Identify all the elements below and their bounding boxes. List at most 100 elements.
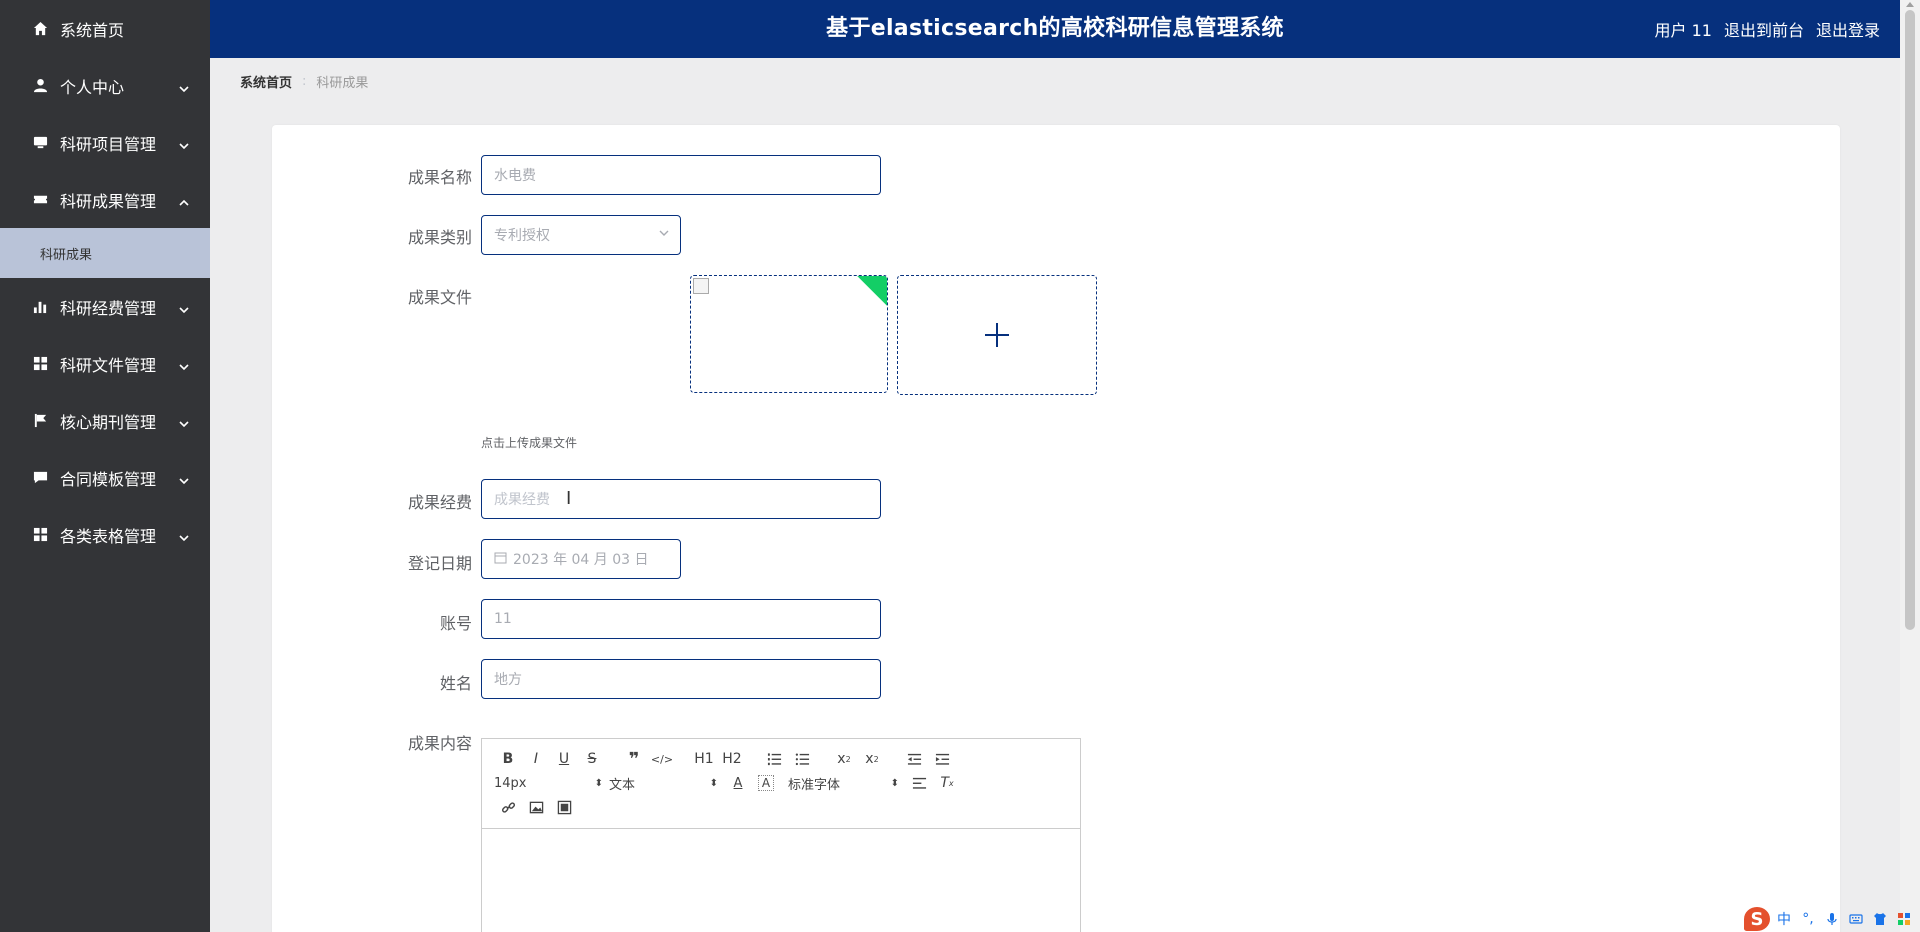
background-color-button[interactable]: A [758, 775, 774, 791]
funding-input[interactable]: 成果经费 I [481, 479, 881, 519]
bar-chart-icon [32, 299, 48, 315]
h1-button[interactable]: H1 [690, 747, 718, 771]
monitor-icon [32, 135, 48, 151]
ticket-icon [32, 192, 48, 208]
image-button[interactable] [522, 795, 550, 819]
flag-icon [32, 413, 48, 429]
breadcrumb-home[interactable]: 系统首页 [240, 72, 292, 91]
bullet-list-button[interactable] [788, 747, 816, 771]
chevron-down-icon [178, 301, 190, 313]
quote-button[interactable]: ❞ [620, 747, 648, 771]
outdent-button[interactable] [900, 747, 928, 771]
plus-icon [982, 320, 1012, 350]
underline-button[interactable]: U [550, 747, 578, 771]
font-size-select[interactable]: 14px ⬍ [494, 771, 609, 795]
name-label: 成果名称 [407, 168, 472, 187]
ime-punctuation[interactable]: °, [1798, 909, 1818, 929]
date-label: 登记日期 [407, 554, 472, 573]
uploaded-file-thumb[interactable] [690, 275, 888, 393]
sidebar-item-label: 个人中心 [60, 77, 125, 97]
indent-button[interactable] [928, 747, 956, 771]
breadcrumb-current: 科研成果 [316, 76, 369, 91]
font-family-value: 标准字体 [788, 777, 841, 793]
strike-button[interactable]: S [578, 747, 606, 771]
link-button[interactable] [494, 795, 522, 819]
top-header: 基于elasticsearch的高校科研信息管理系统 用户 11 退出到前台 退… [210, 0, 1900, 58]
account-input[interactable]: 11 [481, 599, 881, 639]
sidebar-item-home[interactable]: 系统首页 [0, 0, 210, 57]
sidebar-item-label: 科研文件管理 [60, 355, 157, 375]
superscript-button[interactable]: x2 [858, 747, 886, 771]
skin-icon[interactable] [1870, 909, 1890, 929]
category-value: 专利授权 [494, 228, 550, 244]
ime-toolbar: S 中 °, [1738, 906, 1920, 932]
image-icon [529, 801, 543, 813]
sidebar-item-funding[interactable]: 科研经费管理 [0, 278, 210, 335]
home-icon [32, 21, 48, 37]
ordered-list-button[interactable] [760, 747, 788, 771]
grid-icon [32, 356, 48, 372]
category-select[interactable]: 专利授权 [481, 215, 681, 255]
sidebar-item-achievement[interactable]: 科研成果管理 [0, 171, 210, 228]
editor-toolbar: B I U S ❞ </> H1 H2 x2 x2 14px ⬍ 文本 ⬍ A … [482, 739, 1080, 829]
achievement-name-value: 水电费 [494, 168, 536, 184]
page-title: 基于elasticsearch的高校科研信息管理系统 [826, 16, 1284, 41]
logout-link[interactable]: 退出登录 [1816, 17, 1880, 41]
chat-icon [32, 470, 48, 486]
updown-arrow-icon: ⬍ [594, 777, 603, 789]
sidebar-item-contracts[interactable]: 合同模板管理 [0, 449, 210, 506]
sidebar-item-personal-center[interactable]: 个人中心 [0, 57, 210, 114]
h2-button[interactable]: H2 [718, 747, 746, 771]
sidebar-item-label: 核心期刊管理 [60, 412, 157, 432]
font-family-select[interactable]: 标准字体 ⬍ [780, 771, 905, 795]
sidebar-item-label: 科研项目管理 [60, 134, 157, 154]
font-size-value: 14px [494, 775, 527, 791]
date-value: 2023 年 04 月 03 日 [513, 552, 649, 568]
chevron-down-icon [658, 227, 670, 243]
category-label: 成果类别 [407, 228, 472, 247]
sogou-logo-icon[interactable]: S [1744, 907, 1770, 931]
microphone-icon[interactable] [1822, 909, 1842, 929]
editor-content-area[interactable] [482, 829, 1080, 932]
upload-file-button[interactable] [897, 275, 1097, 395]
date-picker[interactable]: 2023 年 04 月 03 日 [481, 539, 681, 579]
person-name-input[interactable]: 地方 [481, 659, 881, 699]
code-button[interactable]: </> [648, 747, 676, 771]
clear-format-button[interactable]: Tx [933, 771, 961, 795]
header-style-value: 文本 [609, 777, 636, 793]
chevron-down-icon [178, 472, 190, 484]
italic-button[interactable]: I [522, 747, 550, 771]
grid-icon [32, 527, 48, 543]
sidebar-item-files[interactable]: 科研文件管理 [0, 335, 210, 392]
sidebar-item-tables[interactable]: 各类表格管理 [0, 506, 210, 563]
sidebar-item-journals[interactable]: 核心期刊管理 [0, 392, 210, 449]
align-button[interactable] [905, 771, 933, 795]
chevron-down-icon [178, 137, 190, 149]
vertical-scrollbar[interactable] [1900, 0, 1920, 932]
ime-language[interactable]: 中 [1774, 909, 1794, 929]
achievement-name-input[interactable]: 水电费 [481, 155, 881, 195]
bold-button[interactable]: B [494, 747, 522, 771]
person-name-value: 地方 [494, 672, 522, 688]
broken-image-icon [693, 278, 709, 294]
font-color-button[interactable]: A [724, 771, 752, 795]
content-label: 成果内容 [407, 734, 472, 753]
ordered-list-icon [767, 752, 781, 765]
subscript-button[interactable]: x2 [830, 747, 858, 771]
header-style-select[interactable]: 文本 ⬍ [609, 771, 724, 795]
keyboard-icon[interactable] [1846, 909, 1866, 929]
apps-grid-icon[interactable] [1894, 909, 1914, 929]
scroll-up-icon[interactable] [1906, 2, 1914, 7]
sidebar-item-project[interactable]: 科研项目管理 [0, 114, 210, 171]
sidebar-subitem-achievement[interactable]: 科研成果 [0, 228, 210, 278]
funding-placeholder: 成果经费 [494, 492, 550, 508]
sidebar-item-label: 系统首页 [60, 20, 125, 40]
exit-to-front-link[interactable]: 退出到前台 [1724, 17, 1804, 41]
video-button[interactable] [550, 795, 578, 819]
link-icon [501, 801, 515, 813]
updown-arrow-icon: ⬍ [890, 777, 899, 789]
sidebar: 系统首页 个人中心 科研项目管理 科研成果管理 科研成果 科研经费管理 科研文件… [0, 0, 210, 932]
scrollbar-thumb[interactable] [1905, 10, 1915, 630]
rich-text-editor: B I U S ❞ </> H1 H2 x2 x2 14px ⬍ 文本 ⬍ A … [481, 738, 1081, 932]
name2-label: 姓名 [439, 674, 472, 693]
